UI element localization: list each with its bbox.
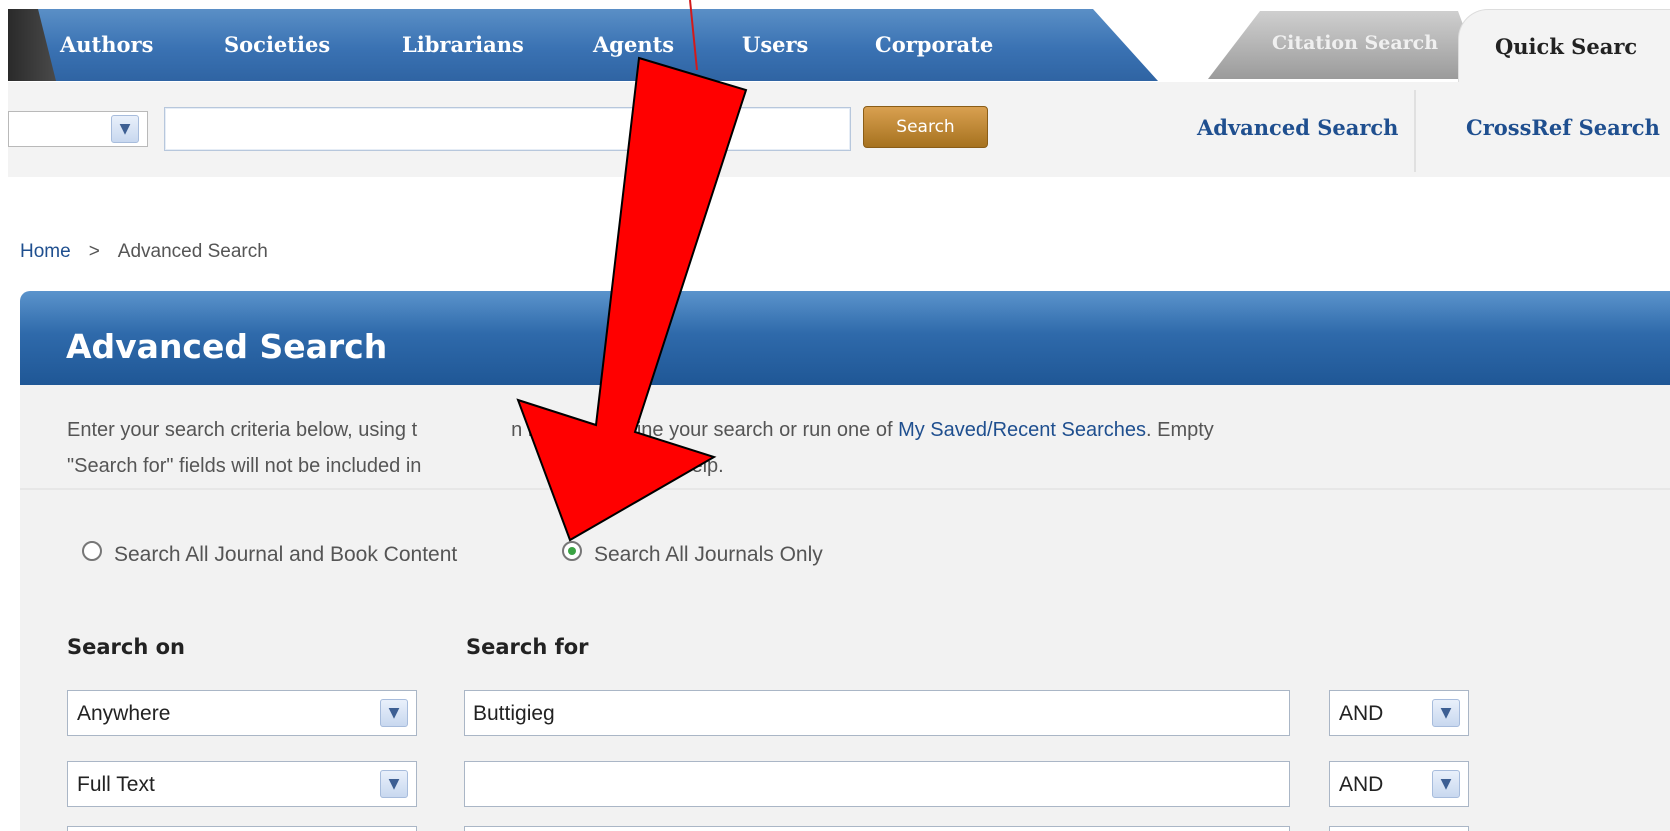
search-for-field-1[interactable]: Buttigieg: [464, 690, 1290, 736]
select-value: Full Text: [77, 773, 155, 796]
instructions-fragment: lick: [571, 455, 601, 477]
column-header-search-on: Search on: [67, 635, 185, 659]
help-link[interactable]: here: [606, 455, 646, 477]
quick-search-input[interactable]: [164, 107, 851, 151]
quick-search-scope-select[interactable]: ▼: [8, 111, 148, 147]
chevron-down-icon[interactable]: ▼: [380, 699, 408, 727]
divider: [1414, 90, 1416, 172]
page-title: Advanced Search: [66, 327, 388, 366]
nav-item-librarians[interactable]: Librarians: [402, 32, 524, 57]
advanced-search-link[interactable]: Advanced Search: [1197, 115, 1398, 140]
tab-quick-search[interactable]: Quick Searc: [1458, 9, 1670, 83]
nav-item-authors[interactable]: Authors: [60, 32, 153, 57]
breadcrumb: Home > Advanced Search: [20, 241, 268, 263]
top-strip: [0, 0, 1670, 8]
select-value: AND: [1339, 702, 1384, 725]
radio-all-content-label[interactable]: Search All Journal and Book Content: [114, 543, 457, 567]
search-on-select-1[interactable]: Anywhere ▼: [67, 690, 417, 736]
instructions-line-2: "Search for" fields will not be included…: [67, 448, 1587, 484]
crossref-search-link[interactable]: CrossRef Search: [1466, 115, 1660, 140]
divider: [20, 488, 1670, 490]
instructions-fragment: "Search for" fields will not be included…: [67, 455, 422, 477]
quick-search-button[interactable]: Search: [863, 106, 988, 148]
instructions-text: Enter your search criteria below, using …: [67, 412, 1587, 484]
tab-citation-label: Citation Search: [1272, 32, 1439, 54]
saved-searches-link[interactable]: My Saved/Recent Searches: [898, 419, 1146, 441]
search-on-select-3[interactable]: [67, 826, 417, 831]
instructions-line-1: Enter your search criteria below, using …: [67, 412, 1587, 448]
operator-select-1[interactable]: AND ▼: [1329, 690, 1469, 736]
chevron-down-icon[interactable]: ▼: [111, 115, 139, 143]
nav-item-agents[interactable]: Agents: [593, 32, 674, 57]
breadcrumb-home[interactable]: Home: [20, 241, 71, 262]
tab-citation-search[interactable]: Citation Search: [1208, 11, 1483, 79]
instructions-fragment: . Empty: [1146, 419, 1214, 441]
operator-select-2[interactable]: AND ▼: [1329, 761, 1469, 807]
select-value: Anywhere: [77, 702, 171, 725]
nav-item-societies[interactable]: Societies: [224, 32, 330, 57]
chevron-down-icon[interactable]: ▼: [1432, 699, 1460, 727]
radio-all-content[interactable]: [82, 541, 102, 561]
nav-item-corporate[interactable]: Corporate: [875, 32, 993, 57]
search-on-select-2[interactable]: Full Text ▼: [67, 761, 417, 807]
tab-quick-label: Quick Searc: [1495, 34, 1638, 59]
search-for-field-3[interactable]: [464, 826, 1290, 831]
instructions-fragment: Enter your search criteria below, using …: [67, 419, 418, 441]
radio-journals-only[interactable]: [562, 541, 582, 561]
advanced-search-header: Advanced Search: [20, 291, 1670, 385]
search-for-field-2[interactable]: [464, 761, 1290, 807]
instructions-fragment: n boxes to define your search or run one…: [511, 419, 893, 441]
radio-journals-only-label[interactable]: Search All Journals Only: [594, 543, 823, 567]
page: Authors Societies Librarians Agents User…: [0, 0, 1670, 831]
operator-select-3[interactable]: [1329, 826, 1469, 831]
chevron-down-icon[interactable]: ▼: [1432, 770, 1460, 798]
select-value: AND: [1339, 773, 1384, 796]
breadcrumb-separator: >: [88, 241, 100, 262]
field-value: Buttigieg: [473, 702, 555, 725]
instructions-fragment: for help.: [651, 455, 724, 477]
nav-item-users[interactable]: Users: [742, 32, 808, 57]
column-header-search-for: Search for: [466, 635, 589, 659]
breadcrumb-current: Advanced Search: [117, 241, 268, 262]
chevron-down-icon[interactable]: ▼: [380, 770, 408, 798]
